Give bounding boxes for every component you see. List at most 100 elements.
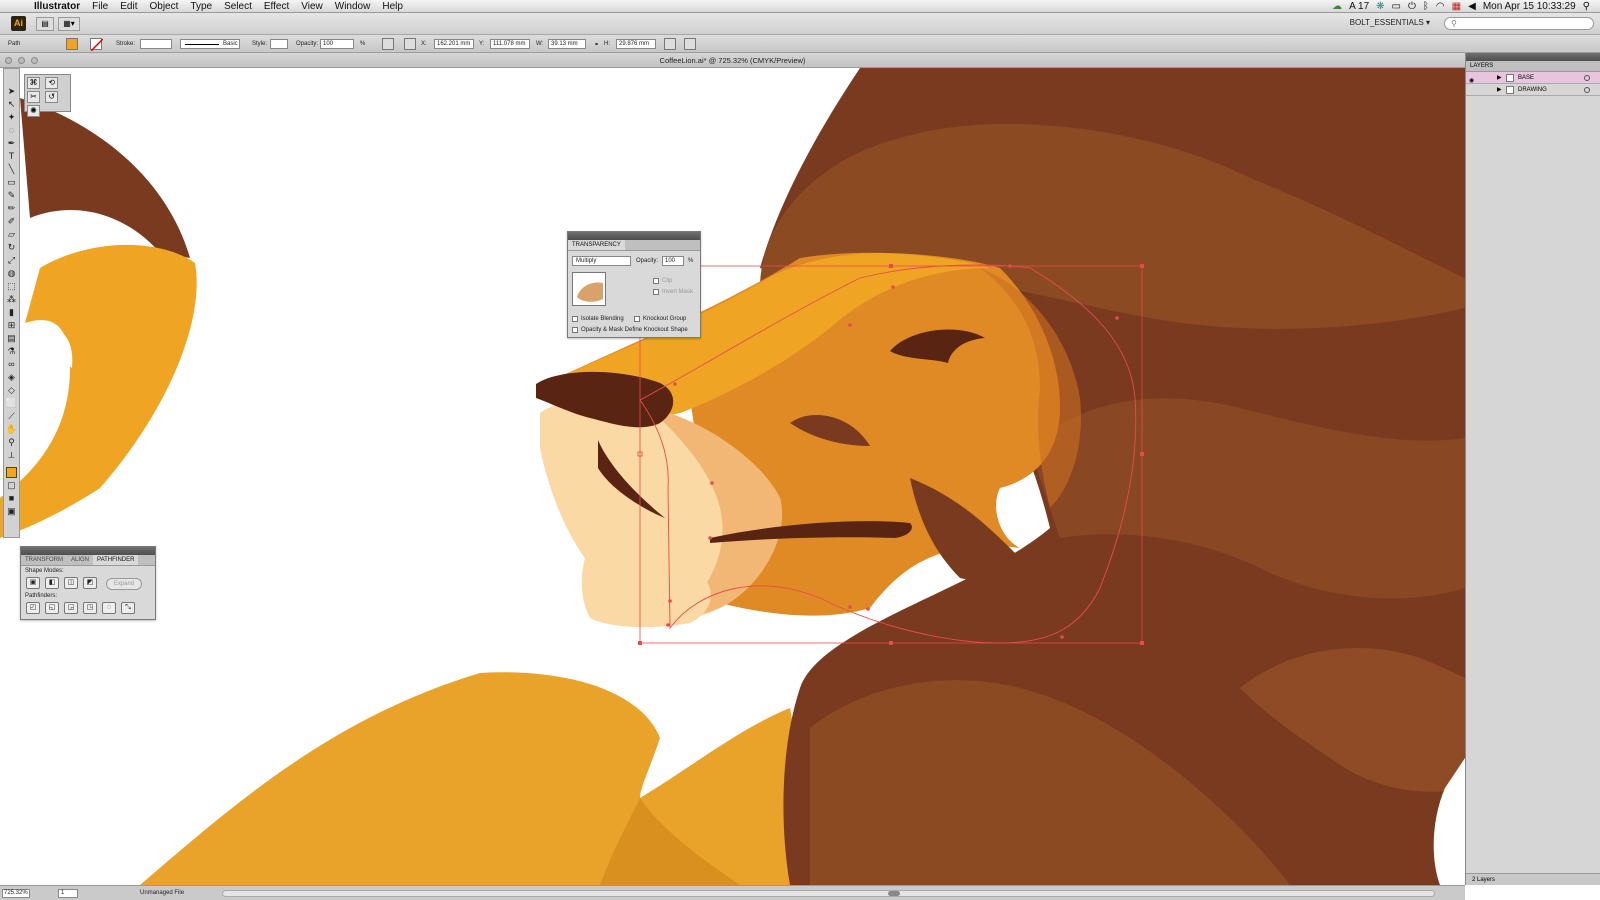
hand-tool-icon[interactable]: ✋ bbox=[5, 423, 19, 435]
eyedropper-tool-icon[interactable]: ⚗ bbox=[5, 345, 19, 357]
fill-color-box[interactable] bbox=[6, 467, 17, 478]
expand-triangle-icon[interactable]: ▶ bbox=[1497, 84, 1502, 96]
minus-back-button[interactable]: ⤡ bbox=[121, 602, 135, 614]
mesh-tool-icon[interactable]: ⊞ bbox=[5, 319, 19, 331]
measure-tool-icon[interactable]: ⟂ bbox=[5, 449, 19, 461]
menu-select[interactable]: Select bbox=[224, 1, 252, 12]
tab-layers[interactable]: LAYERS bbox=[1466, 61, 1600, 72]
screen-mode-icon[interactable]: ▣ bbox=[5, 505, 19, 517]
clip-checkbox[interactable] bbox=[653, 278, 659, 284]
clock[interactable]: Mon Apr 15 10:33:29 bbox=[1483, 1, 1576, 12]
pen-tool-icon[interactable]: ✒ bbox=[5, 137, 19, 149]
minus-front-button[interactable]: ◧ bbox=[45, 577, 59, 589]
rotate-tool-icon[interactable]: ↻ bbox=[5, 241, 19, 253]
menu-file[interactable]: File bbox=[92, 1, 108, 12]
menu-effect[interactable]: Effect bbox=[264, 1, 289, 12]
rectangle-tool-icon[interactable]: ▭ bbox=[5, 176, 19, 188]
spotlight-icon[interactable]: ⚲ bbox=[1583, 1, 1590, 12]
arrange-documents-button[interactable]: ▦▾ bbox=[58, 17, 80, 31]
fill-swatch[interactable] bbox=[66, 38, 78, 50]
panel-header[interactable] bbox=[568, 232, 700, 240]
target-icon[interactable] bbox=[1584, 87, 1590, 93]
expand-button[interactable]: Expand bbox=[106, 578, 142, 590]
visibility-eye-icon[interactable] bbox=[1469, 87, 1475, 93]
layer-row[interactable]: ◉ ▶ BASE bbox=[1466, 72, 1600, 84]
expand-triangle-icon[interactable]: ▶ bbox=[1497, 72, 1502, 84]
gradient-tool-icon[interactable]: ▤ bbox=[5, 332, 19, 344]
menu-edit[interactable]: Edit bbox=[120, 1, 137, 12]
bluetooth-icon[interactable]: ᛒ bbox=[1423, 1, 1429, 12]
knockout-group-checkbox[interactable] bbox=[634, 316, 640, 322]
scale-tool-icon[interactable]: ⤢ bbox=[5, 254, 19, 266]
lion-artwork[interactable] bbox=[0, 68, 1465, 885]
stroke-swatch[interactable] bbox=[90, 38, 104, 52]
pencil-tool-icon[interactable]: ✏ bbox=[5, 202, 19, 214]
menu-help[interactable]: Help bbox=[382, 1, 403, 12]
selection-tool-icon[interactable]: ➤ bbox=[5, 85, 19, 97]
tab-transform[interactable]: TRANSFORM bbox=[21, 555, 67, 565]
wifi-icon[interactable]: ◠ bbox=[1436, 1, 1445, 12]
eraser-tool-icon[interactable]: ▱ bbox=[5, 228, 19, 240]
direct-selection-tool-icon[interactable]: ↖ bbox=[5, 98, 19, 110]
file-status[interactable]: Unmanaged File bbox=[140, 890, 184, 896]
h-field[interactable]: 29.876 mm bbox=[616, 39, 656, 49]
layer-name[interactable]: DRAWING bbox=[1518, 84, 1547, 96]
tab-transparency[interactable]: TRANSPARENCY bbox=[568, 240, 625, 250]
tab-align[interactable]: ALIGN bbox=[67, 555, 93, 565]
workspace-switcher[interactable]: BOLT_ESSENTIALS ▾ bbox=[1350, 18, 1430, 27]
bridge-button[interactable]: ▤ bbox=[36, 17, 54, 31]
reshape-tool-icon[interactable]: ⌘ bbox=[27, 77, 40, 89]
stroke-color-box[interactable]: ▢ bbox=[5, 479, 19, 491]
slice-tool-icon[interactable]: ⟋ bbox=[5, 410, 19, 422]
object-thumbnail[interactable] bbox=[572, 272, 606, 306]
outline-button[interactable]: ◌ bbox=[102, 602, 116, 614]
type-tool-icon[interactable]: T bbox=[5, 150, 19, 162]
menu-window[interactable]: Window bbox=[335, 1, 371, 12]
transform-icon[interactable] bbox=[664, 38, 676, 50]
warp-tool-icon[interactable]: ◍ bbox=[5, 267, 19, 279]
sync-icon[interactable]: ☁ bbox=[1332, 1, 1342, 12]
trim-button[interactable]: ◱ bbox=[45, 602, 59, 614]
color-mode-icon[interactable]: ■ bbox=[5, 492, 19, 504]
graphic-style-dropdown[interactable] bbox=[270, 39, 288, 49]
free-transform-tool-icon[interactable]: ⬚ bbox=[5, 280, 19, 292]
menu-type[interactable]: Type bbox=[190, 1, 212, 12]
artboard-canvas[interactable] bbox=[0, 68, 1465, 885]
constrain-proportions-icon[interactable]: ⚭ bbox=[594, 41, 599, 48]
exclude-button[interactable]: ◩ bbox=[83, 577, 97, 589]
opacity-mask-knockout-checkbox[interactable] bbox=[572, 327, 578, 333]
paintbrush-tool-icon[interactable]: ✎ bbox=[5, 189, 19, 201]
menu-object[interactable]: Object bbox=[149, 1, 178, 12]
document-title[interactable]: CoffeeLion.ai* @ 725.32% (CMYK/Preview) bbox=[0, 56, 1465, 65]
target-icon[interactable] bbox=[1584, 75, 1590, 81]
merge-button[interactable]: ◲ bbox=[64, 602, 78, 614]
unite-button[interactable]: ▣ bbox=[26, 577, 40, 589]
scissors-tool-icon[interactable]: ✂ bbox=[27, 91, 40, 103]
live-paint-selection-tool-icon[interactable]: ◇ bbox=[5, 384, 19, 396]
search-field[interactable]: ⚲ bbox=[1444, 17, 1594, 30]
stroke-weight-field[interactable] bbox=[140, 39, 172, 49]
isolate-icon[interactable] bbox=[684, 38, 696, 50]
opacity-field[interactable]: 100 bbox=[320, 39, 354, 49]
panel-header[interactable] bbox=[21, 547, 155, 555]
column-graph-tool-icon[interactable]: ▮ bbox=[5, 306, 19, 318]
twirl-tool-icon[interactable]: ⟲ bbox=[45, 77, 59, 89]
tab-pathfinder[interactable]: PATHFINDER bbox=[93, 555, 139, 565]
blob-brush-tool-icon[interactable]: ✐ bbox=[5, 215, 19, 227]
menu-view[interactable]: View bbox=[301, 1, 323, 12]
x-field[interactable]: 162.201 mm bbox=[434, 39, 474, 49]
timemachine-icon[interactable]: ❋ bbox=[1376, 1, 1384, 12]
artboard-tool-icon[interactable]: ⬜ bbox=[5, 397, 19, 409]
reference-point-grid-icon[interactable] bbox=[404, 38, 416, 50]
divide-button[interactable]: ◰ bbox=[26, 602, 40, 614]
layer-name[interactable]: BASE bbox=[1518, 72, 1534, 84]
zoom-tool-icon[interactable]: ⚲ bbox=[5, 436, 19, 448]
power-icon[interactable]: ⏻ bbox=[1408, 1, 1416, 12]
panel-header[interactable] bbox=[1466, 53, 1600, 61]
line-tool-icon[interactable]: ╲ bbox=[5, 163, 19, 175]
visibility-eye-icon[interactable]: ◉ bbox=[1469, 75, 1475, 84]
reference-point-icon[interactable] bbox=[382, 38, 394, 50]
live-paint-tool-icon[interactable]: ◈ bbox=[5, 371, 19, 383]
magic-wand-tool-icon[interactable]: ✦ bbox=[5, 111, 19, 123]
horizontal-scrollbar[interactable] bbox=[222, 890, 1435, 897]
